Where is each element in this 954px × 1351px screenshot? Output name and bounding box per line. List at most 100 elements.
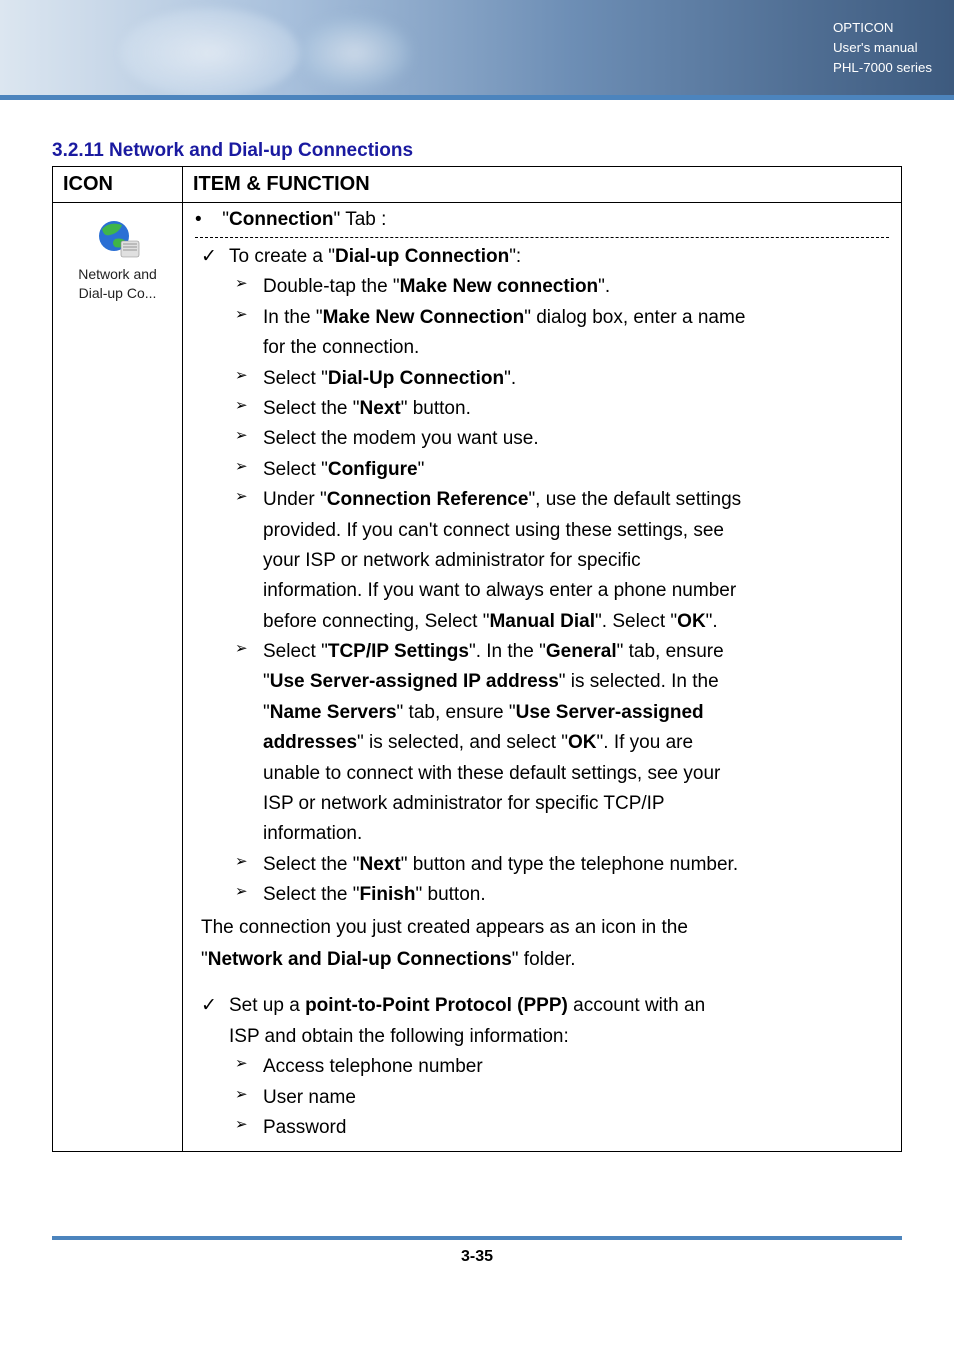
arrow-item: ➢Select the "Finish" button. [197, 880, 887, 910]
tab-post: " Tab : [334, 209, 387, 230]
cont-line: unable to connect with these default set… [197, 759, 887, 789]
t: Access telephone number [263, 1052, 483, 1082]
arrow-icon: ➢ [235, 485, 263, 515]
t: Under " [263, 489, 327, 510]
cont-line: ISP and obtain the following information… [197, 1022, 887, 1052]
t: Make New Connection [323, 307, 525, 328]
brand-name: OPTICON [833, 18, 932, 38]
t: Use Server-assigned [516, 702, 704, 723]
t: ". [504, 368, 516, 389]
col-icon-header: ICON [53, 167, 183, 203]
check-icon: ✓ [201, 242, 229, 272]
t: ", use the default settings [528, 489, 741, 510]
t: Double-tap the "Make New connection". [263, 272, 610, 302]
section-title: 3.2.11 Network and Dial-up Connections [52, 140, 902, 162]
header-line2: User's manual [833, 38, 932, 58]
cont-line: information. [197, 819, 887, 849]
arrow-icon: ➢ [235, 1113, 263, 1143]
cont-line: provided. If you can't connect using the… [197, 516, 887, 546]
t: ". [598, 276, 610, 297]
t: " [263, 671, 270, 692]
t: Make New connection [400, 276, 599, 297]
t: User name [263, 1083, 356, 1113]
t: " [201, 949, 208, 970]
t: Select "Dial-Up Connection". [263, 364, 516, 394]
t: Set up a [229, 995, 305, 1016]
cont-line: for the connection. [197, 333, 887, 363]
t: Select "Configure" [263, 455, 424, 485]
t: Connection Reference [327, 489, 529, 510]
arrow-icon: ➢ [235, 272, 263, 302]
paragraph: "Network and Dial-up Connections" folder… [197, 945, 887, 975]
t: Select " [263, 641, 328, 662]
icon-label-block: Network and Dial-up Co... [55, 265, 180, 303]
arrow-item: ➢Under "Connection Reference", use the d… [197, 485, 887, 515]
arrow-icon: ➢ [235, 1052, 263, 1082]
t: Next [360, 854, 401, 875]
check-item-2: ✓Set up a point-to-Point Protocol (PPP) … [197, 991, 887, 1021]
header-underline [0, 95, 954, 100]
t: Select the " [263, 854, 360, 875]
t: Select " [263, 459, 328, 480]
table-header-row: ICON ITEM & FUNCTION [53, 167, 902, 203]
t: Dial-Up Connection [328, 368, 504, 389]
t: account with an [568, 995, 705, 1016]
arrow-icon: ➢ [235, 850, 263, 880]
page-number: 3-35 [461, 1248, 493, 1265]
header-decor-blob2 [300, 18, 410, 88]
arrow-icon: ➢ [235, 455, 263, 485]
t: Select "TCP/IP Settings". In the "Genera… [263, 637, 724, 667]
paragraph: The connection you just created appears … [197, 913, 887, 943]
tab-label: Connection [229, 209, 334, 230]
t: ". If you are [597, 732, 694, 753]
t: " tab, ensure " [397, 702, 516, 723]
icon-label-2: Dial-up Co... [55, 284, 180, 303]
arrow-item: ➢Select "TCP/IP Settings". In the "Gener… [197, 637, 887, 667]
t: addresses [263, 732, 357, 753]
check-item-1: ✓To create a "Dial-up Connection": [197, 242, 887, 272]
t: Dial-up Connection [335, 246, 509, 267]
body-cell: • "Connection" Tab : ✓To create a "Dial-… [183, 203, 902, 1152]
arrow-icon: ➢ [235, 637, 263, 667]
arrow-item: ➢Select the modem you want use. [197, 424, 887, 454]
cont-line: ISP or network administrator for specifi… [197, 789, 887, 819]
t: General [546, 641, 617, 662]
cont-line: addresses" is selected, and select "OK".… [197, 728, 887, 758]
check-icon: ✓ [201, 991, 229, 1021]
t: Use Server-assigned IP address [270, 671, 559, 692]
table-row: Network and Dial-up Co... • "Connection"… [53, 203, 902, 1152]
arrow-item: ➢Double-tap the "Make New connection". [197, 272, 887, 302]
t: " dialog box, enter a name [524, 307, 745, 328]
t: OK [677, 611, 706, 632]
t: Select the " [263, 398, 360, 419]
t: Password [263, 1113, 346, 1143]
arrow-item: ➢Select the "Next" button and type the t… [197, 850, 887, 880]
arrow-icon: ➢ [235, 364, 263, 394]
t: Configure [328, 459, 418, 480]
arrow-item: ➢Select "Configure" [197, 455, 887, 485]
t: OK [568, 732, 597, 753]
arrow-icon: ➢ [235, 303, 263, 333]
t: In the " [263, 307, 323, 328]
t: " button and type the telephone number. [401, 854, 738, 875]
arrow-item: ➢Password [197, 1113, 887, 1143]
t: ". In the " [469, 641, 546, 662]
arrow-item: ➢User name [197, 1083, 887, 1113]
tab-row: • "Connection" Tab : [183, 203, 901, 237]
header-decor-blob [120, 8, 300, 98]
arrow-icon: ➢ [235, 424, 263, 454]
page-footer: 3-35 [52, 1236, 902, 1266]
t: " [418, 459, 425, 480]
t: Select the " [263, 884, 360, 905]
t: Select the "Next" button and type the te… [263, 850, 738, 880]
t: " button. [401, 398, 471, 419]
t: " is selected, and select " [357, 732, 568, 753]
main-table: ICON ITEM & FUNCTION Network and Dial-up… [52, 166, 902, 1152]
t: TCP/IP Settings [328, 641, 469, 662]
arrow-item: ➢In the "Make New Connection" dialog box… [197, 303, 887, 333]
inner-content: ✓To create a "Dial-up Connection": ➢Doub… [183, 238, 901, 1151]
t: To create a " [229, 246, 335, 267]
header-line3: PHL-7000 series [833, 58, 932, 78]
t: Select the modem you want use. [263, 424, 539, 454]
cont-line: your ISP or network administrator for sp… [197, 546, 887, 576]
